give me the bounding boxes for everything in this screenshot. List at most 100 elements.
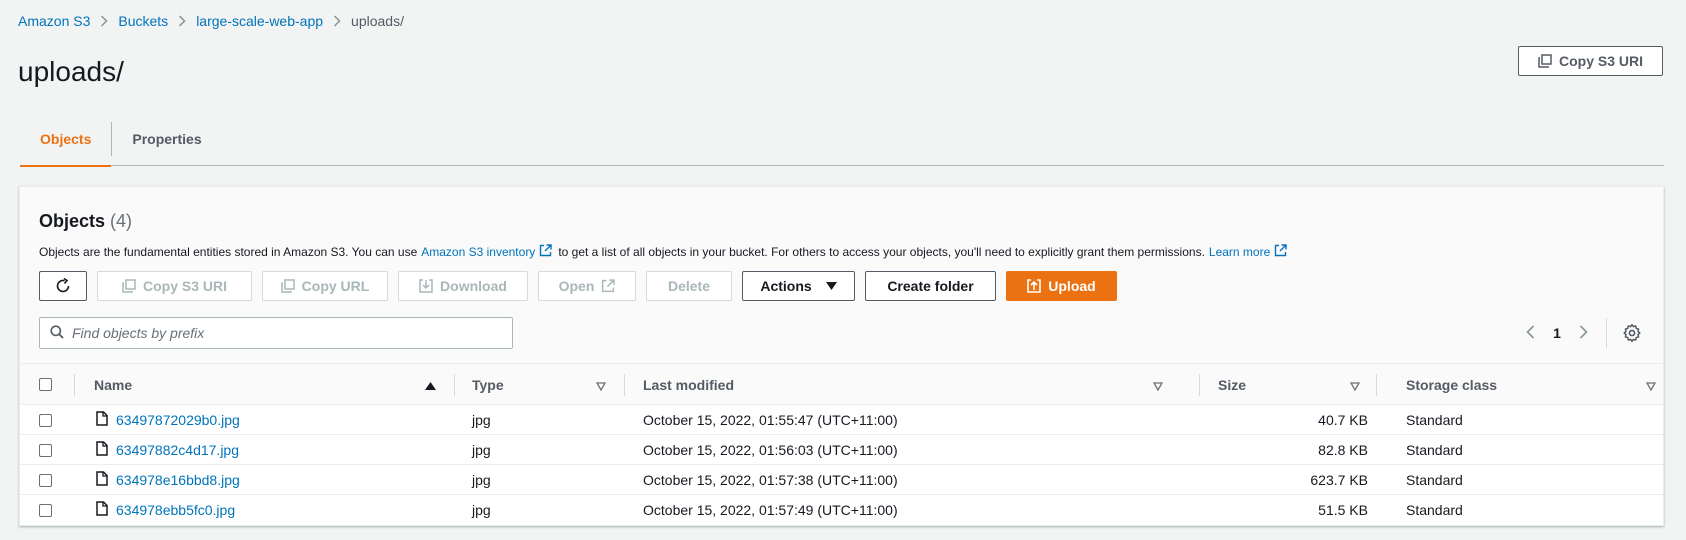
object-name-cell: 63497872029b0.jpg [96, 405, 240, 435]
chevron-left-icon[interactable] [1526, 324, 1535, 342]
chevron-right-icon [323, 11, 351, 31]
create-folder-label: Create folder [887, 278, 974, 294]
table-row: 634978e16bbd8.jpg jpg October 15, 2022, … [20, 465, 1663, 495]
object-name-link[interactable]: 634978e16bbd8.jpg [116, 472, 240, 488]
object-storage-class: Standard [1406, 442, 1463, 458]
copy-url-label: Copy URL [301, 278, 370, 294]
row-checkbox-cell [39, 495, 69, 525]
object-name-link[interactable]: 63497872029b0.jpg [116, 412, 240, 428]
breadcrumb-amazon-s3[interactable]: Amazon S3 [18, 13, 90, 29]
chevron-right-icon [168, 11, 196, 31]
file-icon [96, 501, 108, 519]
column-header-size[interactable]: Size [1218, 364, 1378, 405]
objects-panel: Objects (4) Objects are the fundamental … [19, 186, 1664, 526]
sort-ascending-icon [425, 378, 436, 394]
external-link-icon [539, 244, 553, 260]
objects-toolbar: Copy S3 URI Copy URL Download Open Delet… [39, 271, 1117, 301]
column-name-label: Name [94, 376, 133, 393]
row-checkbox[interactable] [39, 413, 52, 427]
delete-button[interactable]: Delete [646, 271, 732, 301]
gear-icon[interactable] [1621, 322, 1643, 344]
column-size-label: Size [1218, 376, 1247, 393]
table-row: 63497882c4d17.jpg jpg October 15, 2022, … [20, 435, 1663, 465]
row-checkbox[interactable] [39, 503, 52, 517]
objects-heading: Objects (4) [39, 211, 132, 232]
table-row: 634978ebb5fc0.jpg jpg October 15, 2022, … [20, 495, 1663, 525]
row-checkbox[interactable] [39, 443, 52, 457]
breadcrumb-current: uploads/ [351, 13, 404, 29]
copy-url-button[interactable]: Copy URL [262, 271, 388, 301]
sort-icon [1152, 378, 1164, 394]
breadcrumb-bucket-name[interactable]: large-scale-web-app [196, 13, 323, 29]
column-divider [454, 374, 455, 396]
header-copy-s3-uri-button[interactable]: Copy S3 URI [1518, 46, 1663, 76]
object-type: jpg [472, 502, 491, 518]
breadcrumb-buckets[interactable]: Buckets [118, 13, 168, 29]
object-name-cell: 63497882c4d17.jpg [96, 435, 239, 465]
learn-more-link[interactable]: Learn more [1209, 245, 1270, 259]
refresh-button[interactable] [39, 271, 87, 301]
external-link-icon [601, 279, 616, 293]
select-all-checkbox[interactable] [39, 378, 52, 391]
row-checkbox-cell [39, 405, 69, 435]
row-checkbox-cell [39, 435, 69, 465]
tab-properties[interactable]: Properties [112, 112, 221, 166]
page-title: uploads/ [18, 56, 124, 87]
row-checkbox[interactable] [39, 473, 52, 487]
actions-dropdown[interactable]: Actions [742, 271, 855, 301]
object-type: jpg [472, 472, 491, 488]
objects-count: (4) [110, 211, 133, 231]
object-storage-class: Standard [1406, 472, 1463, 488]
column-header-last-modified[interactable]: Last modified [643, 364, 1181, 405]
external-link-icon [1274, 244, 1287, 260]
column-divider [1199, 374, 1200, 396]
search-icon [50, 324, 64, 342]
chevron-right-icon[interactable] [1579, 324, 1588, 342]
tab-objects[interactable]: Objects [20, 112, 112, 167]
copy-s3-uri-label: Copy S3 URI [142, 278, 227, 294]
table-header: Name Type Last modified Size Storage cla… [20, 363, 1663, 405]
search-input[interactable] [72, 325, 492, 341]
column-header-storage-class[interactable]: Storage class [1406, 364, 1664, 405]
table-row: 63497872029b0.jpg jpg October 15, 2022, … [20, 405, 1663, 435]
column-storage-label: Storage class [1406, 376, 1498, 393]
sort-icon [1349, 378, 1361, 394]
caret-down-icon [825, 281, 837, 291]
inventory-link[interactable]: Amazon S3 inventory [421, 245, 535, 259]
page-number[interactable]: 1 [1551, 325, 1563, 341]
open-label: Open [558, 278, 595, 294]
sort-icon [1645, 378, 1657, 394]
sort-icon [595, 378, 607, 394]
pagination-divider [1606, 318, 1607, 348]
download-icon [419, 279, 433, 293]
select-all-cell [39, 364, 69, 405]
description-text-after: to get a list of all objects in your buc… [558, 245, 1205, 259]
column-header-type[interactable]: Type [472, 364, 624, 405]
refresh-icon [55, 278, 71, 294]
object-type: jpg [472, 442, 491, 458]
chevron-right-icon [90, 11, 118, 31]
object-last-modified: October 15, 2022, 01:57:38 (UTC+11:00) [643, 472, 898, 488]
create-folder-button[interactable]: Create folder [865, 271, 996, 301]
objects-description: Objects are the fundamental entities sto… [39, 244, 1293, 260]
pagination: 1 [1526, 317, 1588, 349]
objects-title: Objects [39, 211, 106, 231]
column-modified-label: Last modified [643, 376, 735, 393]
copy-s3-uri-button[interactable]: Copy S3 URI [97, 271, 252, 301]
breadcrumb: Amazon S3 Buckets large-scale-web-app up… [18, 11, 404, 31]
search-box [39, 317, 513, 349]
object-name-link[interactable]: 63497882c4d17.jpg [116, 442, 239, 458]
upload-icon [1027, 279, 1042, 293]
download-button[interactable]: Download [398, 271, 528, 301]
column-header-name[interactable]: Name [94, 364, 454, 405]
upload-button[interactable]: Upload [1006, 271, 1117, 301]
object-size: 51.5 KB [1318, 502, 1368, 518]
object-storage-class: Standard [1406, 412, 1463, 428]
objects-panel-header: Objects (4) Objects are the fundamental … [20, 187, 1663, 363]
object-name-link[interactable]: 634978ebb5fc0.jpg [116, 502, 235, 518]
object-size: 82.8 KB [1318, 442, 1368, 458]
description-text-before: Objects are the fundamental entities sto… [39, 245, 418, 259]
row-checkbox-cell [39, 465, 69, 495]
object-type: jpg [472, 412, 491, 428]
open-button[interactable]: Open [538, 271, 636, 301]
